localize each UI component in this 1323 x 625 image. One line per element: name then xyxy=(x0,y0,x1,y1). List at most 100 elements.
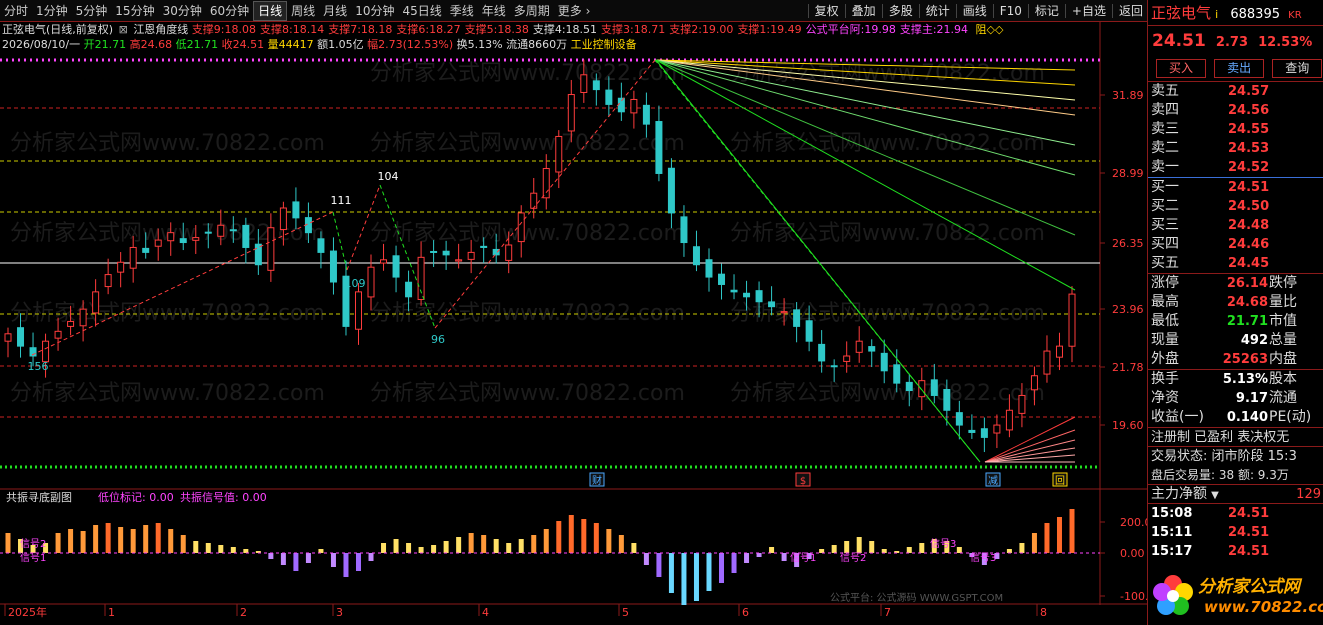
histogram-bar xyxy=(1031,533,1037,553)
buy-level-row[interactable]: 买五 24.45 xyxy=(1148,254,1323,273)
candle-body xyxy=(1043,350,1051,375)
toolbar-action-5[interactable]: F10 xyxy=(996,1,1026,21)
indicator-name[interactable]: 江恩角度线 xyxy=(133,23,188,36)
sell-level-row[interactable]: 卖五 24.57 xyxy=(1148,82,1323,101)
candle-body xyxy=(167,232,175,242)
sell-level-row[interactable]: 卖四 24.56 xyxy=(1148,101,1323,120)
toolbar-action-4[interactable]: 画线 xyxy=(959,1,991,21)
period-tab-14[interactable]: 更多 › xyxy=(554,1,595,21)
period-tab-9[interactable]: 10分钟 xyxy=(351,1,398,21)
period-tab-6[interactable]: 日线 xyxy=(253,0,288,21)
flow-row[interactable]: 主力净额 ▼ 129 xyxy=(1148,485,1323,504)
bar-change: 幅2.73(12.53%) xyxy=(367,38,454,51)
candle-body xyxy=(605,89,613,105)
toolbar-action-8[interactable]: 返回 xyxy=(1115,1,1147,21)
histogram-bar xyxy=(180,535,186,553)
toolbar-action-1[interactable]: 叠加 xyxy=(848,1,880,21)
sell-book: 卖五 24.57 卖四 24.56 卖三 24.55 卖二 24.53 卖一 2… xyxy=(1148,82,1323,178)
sell-level-row[interactable]: 卖三 24.55 xyxy=(1148,120,1323,139)
buy-level-row[interactable]: 买三 24.48 xyxy=(1148,216,1323,235)
histogram-bar xyxy=(305,553,311,563)
close-icon[interactable]: ⊠ xyxy=(119,23,128,36)
histogram-bar xyxy=(293,553,299,571)
chart-area[interactable]: 分析家公式网www.70822.com 分析家公式网www.70822.com 分析… xyxy=(0,0,1147,625)
candle-body xyxy=(555,135,563,173)
watermark-text: 分析家公式网www.70822.com xyxy=(10,381,325,406)
period-tab-8[interactable]: 月线 xyxy=(319,1,351,21)
candle-body xyxy=(592,80,600,91)
candle-body xyxy=(755,290,763,303)
signal-text: 信号2 xyxy=(20,538,46,550)
sell-button[interactable]: 卖出 xyxy=(1214,59,1265,78)
gann-fan-line xyxy=(984,429,1076,463)
price-axis-label: 28.99 xyxy=(1112,167,1144,180)
histogram-bar xyxy=(105,523,111,553)
stat-key-2: 股本 xyxy=(1269,371,1297,387)
candle-body xyxy=(1055,345,1063,358)
buy-level-label: 买一 xyxy=(1151,179,1179,195)
time-axis-label: 4 xyxy=(482,606,489,619)
toolbar-action-2[interactable]: 多股 xyxy=(885,1,917,21)
swing-label: 156 xyxy=(28,360,49,373)
period-tab-3[interactable]: 15分钟 xyxy=(111,1,158,21)
period-tab-5[interactable]: 60分钟 xyxy=(206,1,253,21)
buy-level-label: 买二 xyxy=(1151,198,1179,214)
histogram-bar xyxy=(543,529,549,553)
candle-body xyxy=(1030,375,1038,391)
toolbar-action-0[interactable]: 复权 xyxy=(811,1,843,21)
buy-level-label: 买五 xyxy=(1151,255,1179,271)
logo-name: 分析家公式网 xyxy=(1198,577,1300,597)
toolbar-action-6[interactable]: 标记 xyxy=(1031,1,1063,21)
candle-body xyxy=(67,320,75,327)
histogram-bar xyxy=(769,547,775,553)
buy-level-row[interactable]: 买四 24.46 xyxy=(1148,235,1323,254)
support-levels: 支撑9:18.08 支撑8:18.14 支撑7:18.18 支撑6:18.27 支撑5:… xyxy=(192,23,972,36)
period-tab-7[interactable]: 周线 xyxy=(287,1,319,21)
histogram-bar xyxy=(230,547,236,553)
histogram-bar xyxy=(1056,517,1062,553)
candle-body xyxy=(129,246,137,269)
time-axis-label: 5 xyxy=(622,606,629,619)
site-logo: 分析家公式网 www.70822.com xyxy=(1148,566,1323,625)
candle-body xyxy=(805,320,813,342)
bar-sector[interactable]: 工业控制设备 xyxy=(571,38,637,51)
sell-level-row[interactable]: 卖一 24.52 xyxy=(1148,158,1323,177)
histogram-bar xyxy=(355,553,361,571)
chart-title: 正弦电气(日线,前复权) xyxy=(2,23,114,36)
buy-level-row[interactable]: 买一 24.51 xyxy=(1148,178,1323,197)
info-icon[interactable]: i xyxy=(1215,8,1218,21)
buy-level-price: 24.48 xyxy=(1228,218,1270,233)
toolbar-divider xyxy=(1027,3,1029,18)
histogram-bar xyxy=(205,543,211,553)
period-tab-2[interactable]: 5分钟 xyxy=(72,1,112,21)
candle-body xyxy=(793,309,801,327)
histogram-bar xyxy=(393,539,399,553)
period-tab-4[interactable]: 30分钟 xyxy=(159,1,206,21)
period-tab-12[interactable]: 年线 xyxy=(478,1,510,21)
histogram-bar xyxy=(55,533,61,553)
toolbar-action-7[interactable]: +自选 xyxy=(1068,1,1110,21)
period-tab-13[interactable]: 多周期 xyxy=(510,1,554,21)
period-tab-0[interactable]: 分时 xyxy=(0,1,32,21)
watermark-text: 分析家公式网www.70822.com xyxy=(370,381,685,406)
sell-level-row[interactable]: 卖二 24.53 xyxy=(1148,139,1323,158)
histogram-bar xyxy=(93,525,99,553)
chevron-down-icon[interactable]: ▼ xyxy=(1211,490,1219,501)
buy-button[interactable]: 买入 xyxy=(1156,59,1206,78)
buy-level-row[interactable]: 买二 24.50 xyxy=(1148,197,1323,216)
candle-body xyxy=(1068,293,1076,347)
swing-label: 111 xyxy=(331,194,352,207)
histogram-bar xyxy=(606,529,612,553)
query-button[interactable]: 查询 xyxy=(1272,59,1323,78)
period-tab-10[interactable]: 45日线 xyxy=(398,1,445,21)
candle-body xyxy=(905,381,913,392)
toolbar-action-3[interactable]: 统计 xyxy=(922,1,954,21)
candle-body xyxy=(17,327,25,347)
histogram-bar xyxy=(819,549,825,553)
period-tab-1[interactable]: 1分钟 xyxy=(32,1,72,21)
period-tab-11[interactable]: 季线 xyxy=(446,1,478,21)
period-toolbar: 分时 1分钟 5分钟 15分钟 30分钟 60分钟 日线 周线 月线 10分钟 45日线 季线 年线 多周… xyxy=(0,0,1147,22)
candle-body xyxy=(918,380,926,398)
sell-level-label: 卖四 xyxy=(1151,102,1179,118)
candle-body xyxy=(630,98,638,114)
